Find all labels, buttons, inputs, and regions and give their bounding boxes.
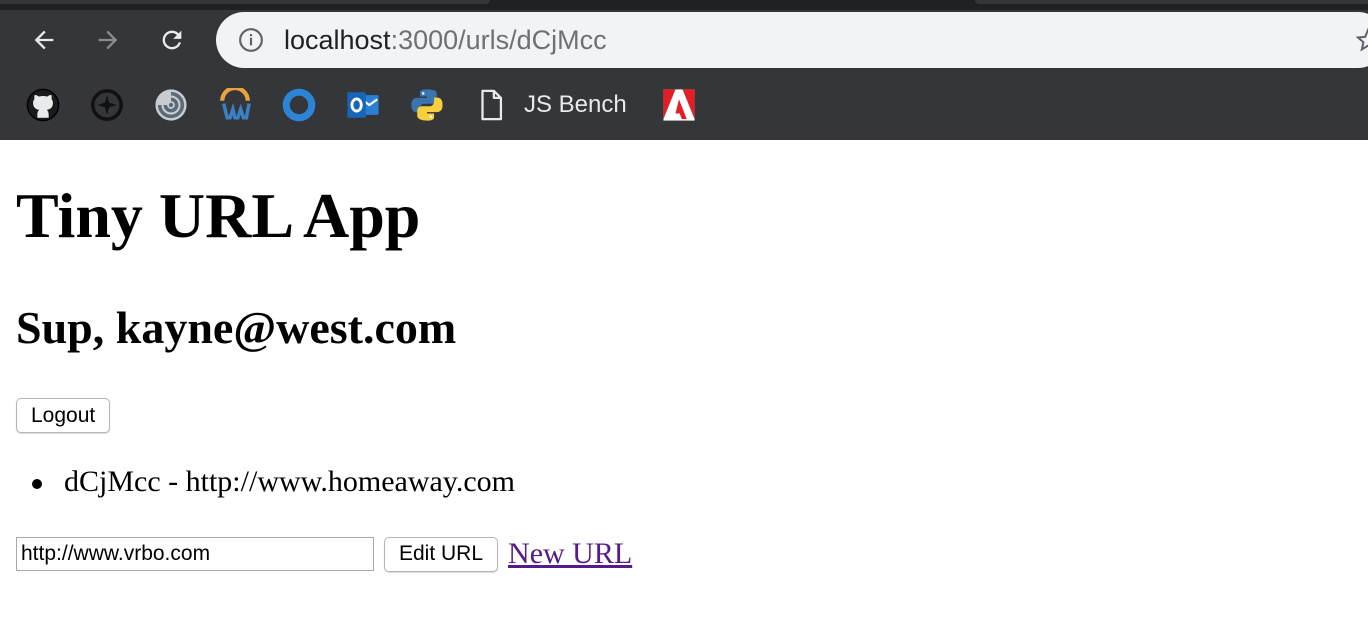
bookmark-label: JS Bench xyxy=(524,91,627,118)
url-list: dCjMcc - http://www.homeaway.com xyxy=(31,465,516,498)
browser-toolbar: localhost:3000/urls/dCjMcc JS Bench xyxy=(0,0,1368,140)
inactive-tab-edge[interactable] xyxy=(975,0,1368,4)
bookmark-python[interactable] xyxy=(410,86,444,124)
edit-url-form: Edit URL New URL xyxy=(16,535,632,573)
bookmark-swirl[interactable] xyxy=(154,86,188,124)
document-icon xyxy=(481,89,503,121)
bookmark-github[interactable] xyxy=(26,86,60,124)
github-icon xyxy=(26,88,60,122)
bookmark-adobe[interactable] xyxy=(662,86,696,124)
greeting: Sup, kayne@west.com xyxy=(16,302,457,353)
bookmark-compass[interactable] xyxy=(90,86,124,124)
address-host: localhost xyxy=(284,25,391,55)
bookmark-outlook[interactable] xyxy=(346,86,380,124)
address-path: :3000/urls/dCjMcc xyxy=(390,25,607,55)
logout-button[interactable]: Logout xyxy=(16,398,111,433)
bookmark-js-bench[interactable]: JS Bench xyxy=(474,86,627,124)
active-tab-edge[interactable] xyxy=(0,0,490,4)
forward-button[interactable] xyxy=(90,22,126,58)
bookmark-blue-ring[interactable] xyxy=(282,86,316,124)
info-icon[interactable] xyxy=(238,27,264,53)
arrow-left-icon xyxy=(34,30,54,50)
address-url: localhost:3000/urls/dCjMcc xyxy=(284,12,607,68)
new-url-link[interactable]: New URL xyxy=(508,537,632,571)
page-content: Tiny URL App Sup, kayne@west.com Logout … xyxy=(16,140,1368,644)
list-item: dCjMcc - http://www.homeaway.com xyxy=(31,465,516,498)
compass-icon xyxy=(91,89,123,121)
outlook-icon xyxy=(347,92,379,118)
edit-url-button[interactable]: Edit URL xyxy=(384,536,499,572)
adobe-icon xyxy=(663,89,695,121)
python-icon xyxy=(411,89,443,121)
blue-ring-icon xyxy=(282,88,316,122)
reload-button[interactable] xyxy=(154,22,190,58)
reload-icon xyxy=(162,30,182,50)
address-bar[interactable]: localhost:3000/urls/dCjMcc xyxy=(216,12,1368,68)
page-title: Tiny URL App xyxy=(16,180,421,251)
w-logo-icon xyxy=(220,88,251,120)
arrow-right-icon xyxy=(98,30,118,50)
bookmark-star-icon[interactable] xyxy=(1356,28,1368,52)
url-input[interactable] xyxy=(16,537,374,571)
back-button[interactable] xyxy=(26,22,62,58)
swirl-icon xyxy=(155,89,187,121)
tab-strip xyxy=(0,0,1368,10)
bookmark-w-logo[interactable] xyxy=(218,86,252,124)
